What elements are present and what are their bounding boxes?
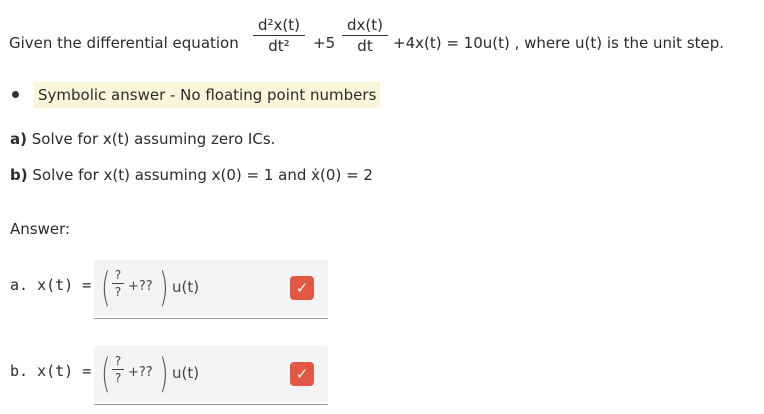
part-b-text: Solve for x(t) assuming x(0) = 1 and ẋ(0…: [32, 166, 373, 184]
check-icon: ✓: [295, 365, 309, 383]
second-derivative-fraction: d²x(t) dt²: [253, 16, 305, 55]
check-icon: ✓: [295, 279, 309, 297]
answer-b-check-button[interactable]: ✓: [290, 362, 314, 386]
question-prefix: Given the differential equation: [9, 34, 239, 52]
left-paren: (: [101, 351, 111, 397]
answer-a-divider: [94, 318, 328, 319]
answer-a-fraction[interactable]: ? ?: [112, 268, 124, 299]
right-paren: ): [159, 265, 169, 311]
answer-b-term[interactable]: +??: [128, 365, 153, 380]
fraction-denominator: dt²: [268, 37, 290, 55]
part-a-text: Solve for x(t) assuming zero ICs.: [31, 130, 276, 148]
part-b-label: b): [10, 166, 28, 184]
answer-label: Answer:: [10, 220, 71, 238]
question-equation: Given the differential equation d²x(t) d…: [9, 16, 759, 72]
highlighted-note: Symbolic answer - No floating point numb…: [34, 82, 381, 108]
part-a-label: a): [10, 130, 27, 148]
fraction-numerator: dx(t): [347, 16, 383, 34]
plus-five: +5: [313, 34, 336, 52]
answer-a-check-button[interactable]: ✓: [290, 276, 314, 300]
answer-b-label: b. x(t) =: [10, 362, 92, 380]
answer-a-suffix: u(t): [172, 278, 200, 296]
equation-rest: +4x(t) = 10u(t) , where u(t) is the unit…: [393, 34, 725, 52]
answer-a-term[interactable]: +??: [128, 279, 153, 294]
part-b: b) Solve for x(t) assuming x(0) = 1 and …: [10, 166, 373, 184]
answer-a-input[interactable]: ( ? ? +?? ) u(t): [98, 268, 316, 308]
fraction-bar: [253, 35, 305, 36]
answer-b-input[interactable]: ( ? ? +?? ) u(t): [98, 354, 316, 394]
fraction-numerator[interactable]: ?: [115, 268, 121, 282]
first-derivative-fraction: dx(t) dt: [342, 16, 388, 55]
fraction-denominator: dt: [357, 37, 373, 55]
right-paren: ): [159, 351, 169, 397]
fraction-denominator[interactable]: ?: [115, 371, 121, 385]
answer-a-label: a. x(t) =: [10, 276, 92, 294]
fraction-bar: [342, 35, 388, 36]
bullet-icon: [12, 91, 19, 98]
part-a: a) Solve for x(t) assuming zero ICs.: [10, 130, 275, 148]
answer-b-divider: [94, 404, 328, 405]
answer-b-suffix: u(t): [172, 364, 200, 382]
fraction-denominator[interactable]: ?: [115, 285, 121, 299]
left-paren: (: [101, 265, 111, 311]
fraction-numerator[interactable]: ?: [115, 354, 121, 368]
fraction-numerator: d²x(t): [258, 16, 300, 34]
answer-b-fraction[interactable]: ? ?: [112, 354, 124, 385]
